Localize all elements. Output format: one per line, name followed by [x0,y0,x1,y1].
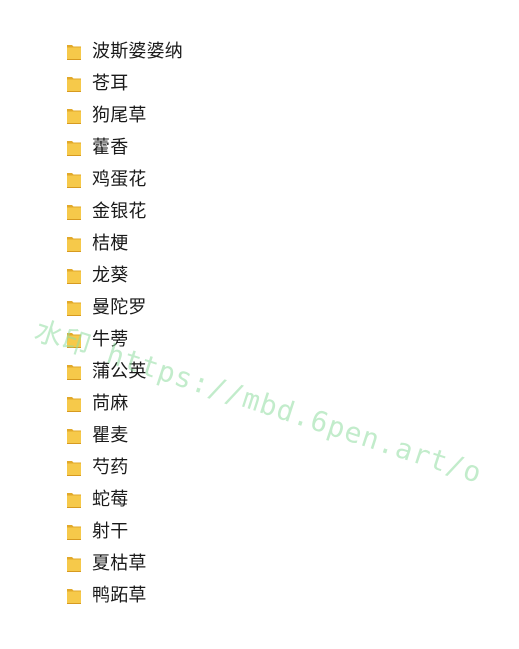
folder-name: 金银花 [92,201,147,222]
folder-icon [66,267,82,285]
folder-name: 射干 [92,521,129,542]
folder-item[interactable]: 藿香 [66,132,183,164]
folder-icon [66,459,82,477]
folder-name: 牛蒡 [92,329,129,350]
folder-name: 曼陀罗 [92,297,147,318]
folder-icon [66,587,82,605]
folder-item[interactable]: 鸭跖草 [66,580,183,612]
folder-icon [66,491,82,509]
folder-name: 苘麻 [92,393,129,414]
folder-list: 波斯婆婆纳 苍耳 狗尾草 藿香 鸡蛋花 金银花 桔梗 龙葵 曼陀罗 牛蒡 蒲公英… [66,36,183,612]
folder-icon [66,395,82,413]
folder-item[interactable]: 鸡蛋花 [66,164,183,196]
folder-item[interactable]: 龙葵 [66,260,183,292]
folder-icon [66,427,82,445]
folder-icon [66,107,82,125]
folder-icon [66,75,82,93]
folder-item[interactable]: 金银花 [66,196,183,228]
folder-icon [66,43,82,61]
folder-icon [66,523,82,541]
folder-name: 蛇莓 [92,489,129,510]
folder-item[interactable]: 苍耳 [66,68,183,100]
folder-name: 龙葵 [92,265,129,286]
folder-item[interactable]: 曼陀罗 [66,292,183,324]
folder-name: 夏枯草 [92,553,147,574]
folder-item[interactable]: 桔梗 [66,228,183,260]
folder-icon [66,331,82,349]
folder-name: 波斯婆婆纳 [92,41,183,62]
folder-icon [66,363,82,381]
folder-item[interactable]: 射干 [66,516,183,548]
folder-item[interactable]: 波斯婆婆纳 [66,36,183,68]
folder-item[interactable]: 瞿麦 [66,420,183,452]
folder-name: 苍耳 [92,73,129,94]
folder-name: 鸡蛋花 [92,169,147,190]
folder-name: 鸭跖草 [92,585,147,606]
folder-item[interactable]: 夏枯草 [66,548,183,580]
folder-icon [66,555,82,573]
folder-name: 狗尾草 [92,105,147,126]
folder-item[interactable]: 芍药 [66,452,183,484]
folder-icon [66,203,82,221]
folder-name: 藿香 [92,137,129,158]
folder-icon [66,171,82,189]
folder-item[interactable]: 牛蒡 [66,324,183,356]
folder-name: 蒲公英 [92,361,147,382]
folder-icon [66,299,82,317]
folder-name: 瞿麦 [92,425,129,446]
folder-icon [66,139,82,157]
folder-icon [66,235,82,253]
folder-name: 芍药 [92,457,129,478]
folder-item[interactable]: 蛇莓 [66,484,183,516]
folder-item[interactable]: 狗尾草 [66,100,183,132]
folder-item[interactable]: 苘麻 [66,388,183,420]
folder-item[interactable]: 蒲公英 [66,356,183,388]
folder-name: 桔梗 [92,233,129,254]
